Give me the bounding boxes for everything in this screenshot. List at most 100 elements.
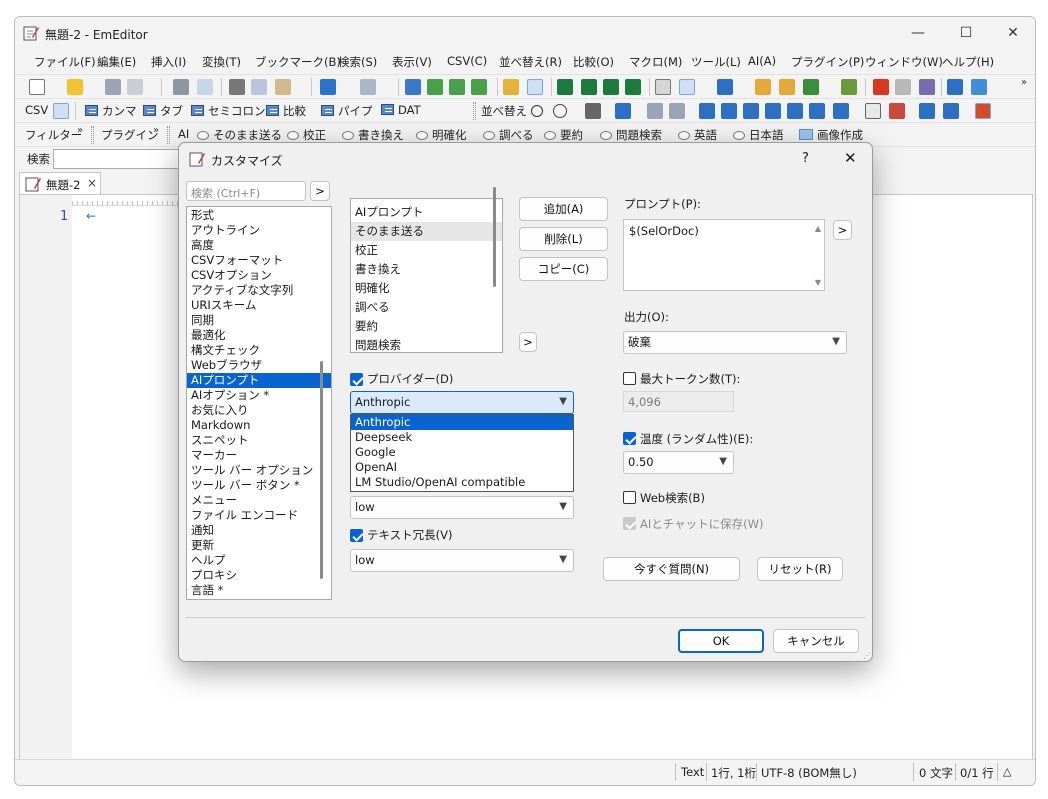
- ai-japanese[interactable]: 日本語: [733, 127, 784, 143]
- plugin-button[interactable]: プラグイン: [101, 127, 159, 143]
- category-item[interactable]: 同期: [187, 313, 331, 328]
- ai-image-create[interactable]: 画像作成: [799, 127, 863, 143]
- ai-clarify[interactable]: 明確化: [416, 127, 467, 143]
- split-horizontal-icon[interactable]: [557, 79, 573, 95]
- csv-comma[interactable]: カンマ: [85, 103, 137, 119]
- maximize-button[interactable]: ☐: [943, 17, 989, 49]
- split-vertical-icon[interactable]: [581, 79, 597, 95]
- help-book-icon[interactable]: [919, 79, 935, 95]
- provider-dropdown-list[interactable]: Anthropic Deepseek Google OpenAI LM Studio/O…: [350, 414, 574, 492]
- prompt-item[interactable]: そのまま送る: [351, 222, 502, 241]
- tools-cross-icon[interactable]: [585, 103, 601, 119]
- category-item[interactable]: お気に入り: [187, 403, 331, 418]
- ai-summarize[interactable]: 要約: [544, 127, 583, 143]
- menu-convert[interactable]: 変換(T): [202, 54, 241, 70]
- provider-option[interactable]: Anthropic: [351, 415, 573, 430]
- document-tab[interactable]: 無題-2 ×: [19, 172, 101, 194]
- menu-sort[interactable]: 並べ替え(R): [499, 54, 562, 70]
- status-encoding[interactable]: UTF-8 (BOM無し): [761, 765, 857, 781]
- no-sort-icon[interactable]: [553, 104, 567, 118]
- highlight-icon[interactable]: [503, 79, 519, 95]
- prompt-item[interactable]: 校正: [351, 241, 502, 260]
- menu-macro[interactable]: マクロ(M): [629, 54, 682, 70]
- ok-button[interactable]: OK: [678, 629, 764, 653]
- sync-scroll-icon[interactable]: [603, 79, 619, 95]
- menu-window[interactable]: ウィンドウ(W): [865, 54, 943, 70]
- prompt-item[interactable]: 要約: [351, 317, 502, 336]
- category-item[interactable]: AIオプション *: [187, 388, 331, 403]
- new-file-icon[interactable]: [29, 79, 45, 95]
- temperature-checkbox[interactable]: [623, 432, 636, 445]
- menu-plugins[interactable]: プラグイン(P): [791, 54, 864, 70]
- print-preview-icon[interactable]: [197, 79, 213, 95]
- category-search-button[interactable]: >: [310, 181, 330, 201]
- category-item[interactable]: Markdown: [187, 418, 331, 433]
- macro-run-icon[interactable]: [779, 79, 795, 95]
- csv-pipe[interactable]: パイプ: [321, 103, 373, 119]
- sort-az-icon[interactable]: [699, 103, 715, 119]
- temperature-select[interactable]: 0.50 ▼: [623, 451, 734, 474]
- provider-option[interactable]: Deepseek: [351, 430, 573, 445]
- columns-icon[interactable]: [615, 103, 631, 119]
- sort-za-icon[interactable]: [721, 103, 737, 119]
- category-item[interactable]: ツール バー オプション: [187, 463, 331, 478]
- menu-ai[interactable]: AI(A): [748, 54, 776, 68]
- category-item[interactable]: 言語 *: [187, 583, 331, 598]
- play-icon[interactable]: [895, 79, 911, 95]
- list-icon[interactable]: [975, 103, 991, 119]
- category-item[interactable]: CSVフォーマット: [187, 253, 331, 268]
- sort-button[interactable]: 並べ替え: [481, 103, 527, 119]
- ai-english[interactable]: 英語: [678, 127, 717, 143]
- menu-compare[interactable]: 比較(O): [573, 54, 614, 70]
- add-sort-icon[interactable]: [531, 105, 543, 117]
- copy-icon[interactable]: [251, 79, 267, 95]
- output-select[interactable]: 破棄 ▼: [623, 331, 847, 354]
- category-item[interactable]: AIプロンプト: [187, 373, 331, 388]
- panel-options-icon[interactable]: [943, 103, 959, 119]
- menu-edit[interactable]: 編集(E): [97, 54, 136, 70]
- category-item[interactable]: アウトライン: [187, 223, 331, 238]
- category-scrollbar[interactable]: [320, 361, 323, 579]
- provider-option[interactable]: OpenAI: [351, 460, 573, 475]
- minimize-button[interactable]: —: [895, 17, 941, 49]
- category-list[interactable]: 形式 アウトライン 高度 CSVフォーマット CSVオプション アクティブな文字列 URIス…: [186, 206, 332, 600]
- category-item[interactable]: アクティブな文字列: [187, 283, 331, 298]
- scroll-down-icon[interactable]: ▼: [815, 278, 821, 287]
- sort-custom-icon[interactable]: [833, 103, 849, 119]
- max-tokens-checkbox[interactable]: [623, 372, 636, 385]
- stop-icon[interactable]: [873, 79, 889, 95]
- save-icon[interactable]: [105, 79, 121, 95]
- category-item[interactable]: 最適化: [187, 328, 331, 343]
- prompt-item[interactable]: 明確化: [351, 279, 502, 298]
- category-item[interactable]: マーカー: [187, 448, 331, 463]
- window-icon[interactable]: [947, 79, 963, 95]
- sort-length-icon[interactable]: [787, 103, 803, 119]
- category-item[interactable]: URIスキーム: [187, 298, 331, 313]
- redo-icon[interactable]: [360, 79, 376, 95]
- move-prompt-button[interactable]: >: [519, 332, 537, 352]
- prompt-textarea[interactable]: $(SelOrDoc) ▲ ▼: [623, 219, 825, 291]
- category-item[interactable]: 通知: [187, 523, 331, 538]
- toolbar-overflow-icon[interactable]: »: [1021, 77, 1027, 88]
- category-item[interactable]: 高度: [187, 238, 331, 253]
- category-item[interactable]: 形式: [187, 208, 331, 223]
- csv-compare[interactable]: 比較: [266, 103, 306, 119]
- replace-icon[interactable]: [471, 79, 487, 95]
- menu-insert[interactable]: 挿入(I): [151, 54, 186, 70]
- ai-find-problems[interactable]: 問題検索: [600, 127, 662, 143]
- category-item[interactable]: CSVオプション: [187, 268, 331, 283]
- csv-button[interactable]: CSV: [25, 103, 48, 117]
- open-folder-icon[interactable]: [67, 79, 83, 95]
- check-icon[interactable]: [803, 79, 819, 95]
- reset-button[interactable]: リセット(R): [757, 557, 843, 581]
- add-prompt-button[interactable]: 追加(A): [519, 197, 608, 221]
- provider-select[interactable]: Anthropic ▼: [350, 391, 574, 414]
- macro-record-icon[interactable]: [755, 79, 771, 95]
- prompt-item[interactable]: AIプロンプト: [351, 203, 502, 222]
- filter-icon[interactable]: [527, 79, 543, 95]
- resize-grip-icon[interactable]: ⋰: [863, 651, 871, 660]
- status-position[interactable]: 1行, 1桁: [711, 765, 756, 781]
- category-item[interactable]: ヘルプ: [187, 553, 331, 568]
- find-icon[interactable]: [405, 79, 421, 95]
- compare-icon[interactable]: [625, 79, 641, 95]
